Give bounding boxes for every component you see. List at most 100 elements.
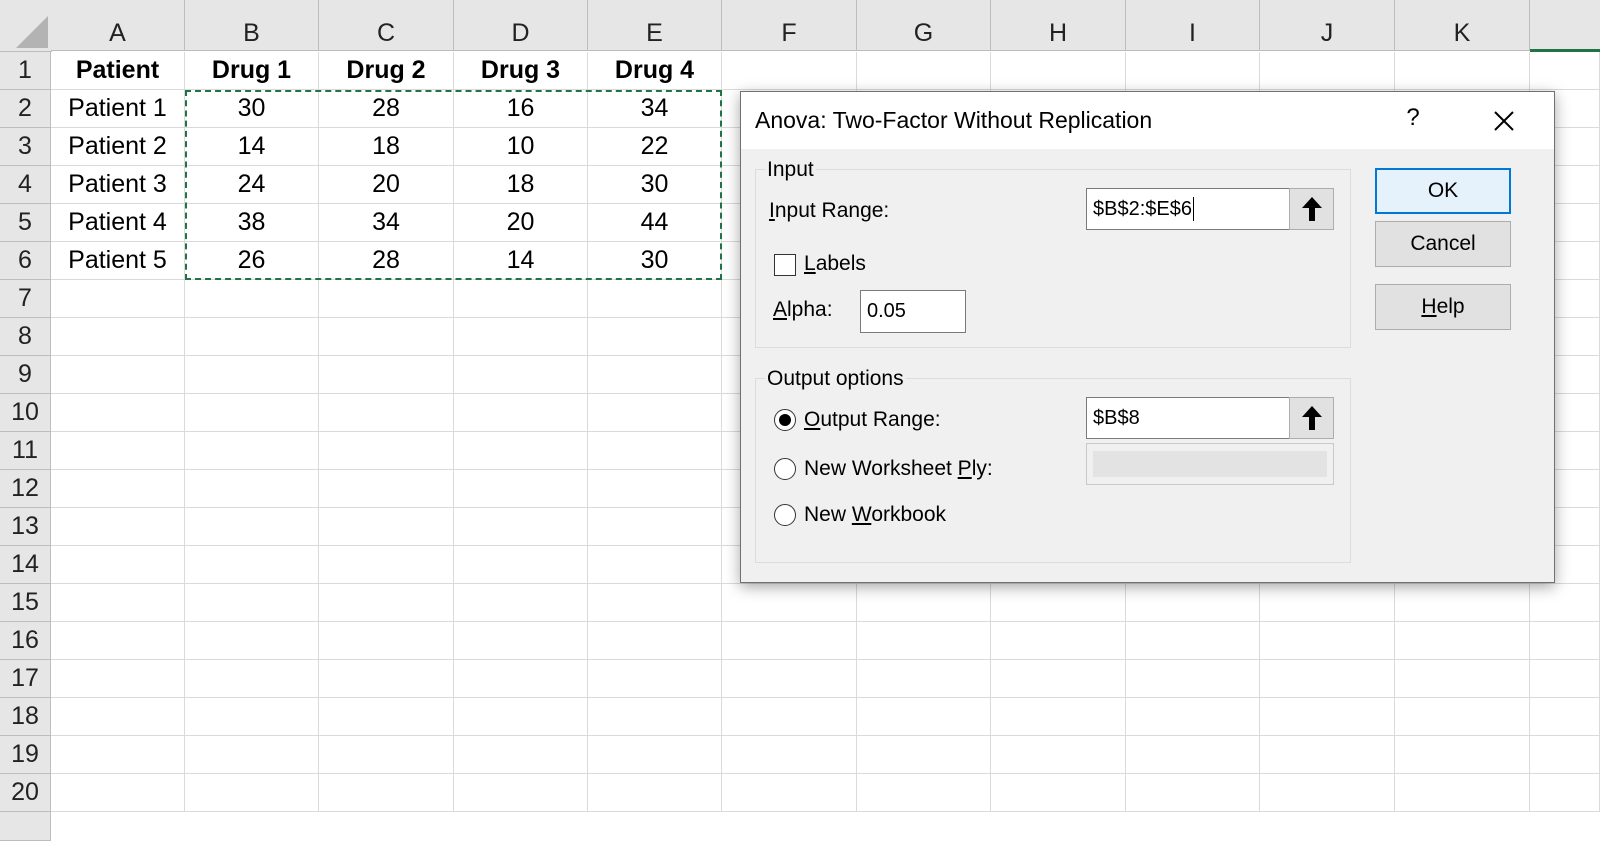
- column-header-h[interactable]: H: [991, 0, 1126, 51]
- cell[interactable]: [185, 394, 319, 432]
- cell[interactable]: [319, 584, 454, 622]
- row-header-6[interactable]: 6: [0, 242, 51, 280]
- cell[interactable]: [51, 432, 185, 470]
- column-header-d[interactable]: D: [454, 0, 588, 51]
- cell[interactable]: Patient: [51, 52, 185, 90]
- cell[interactable]: [1260, 584, 1395, 622]
- cell[interactable]: [51, 470, 185, 508]
- cell[interactable]: [319, 546, 454, 584]
- cell[interactable]: 26: [185, 242, 319, 280]
- cell[interactable]: [1126, 698, 1260, 736]
- cell[interactable]: [1260, 774, 1395, 812]
- cell[interactable]: [1395, 774, 1530, 812]
- new-worksheet-ply-radio[interactable]: [774, 458, 796, 480]
- cell[interactable]: [588, 622, 722, 660]
- cell[interactable]: [991, 660, 1126, 698]
- cell[interactable]: [588, 318, 722, 356]
- cell[interactable]: 22: [588, 128, 722, 166]
- cell[interactable]: [185, 546, 319, 584]
- cell[interactable]: [722, 52, 857, 90]
- cell[interactable]: [1260, 622, 1395, 660]
- cell[interactable]: [722, 774, 857, 812]
- cell[interactable]: [319, 432, 454, 470]
- cell[interactable]: [454, 698, 588, 736]
- cell[interactable]: [1126, 660, 1260, 698]
- cell[interactable]: [991, 774, 1126, 812]
- row-header-14[interactable]: 14: [0, 546, 51, 584]
- cell[interactable]: [588, 660, 722, 698]
- cell[interactable]: [51, 508, 185, 546]
- cell[interactable]: [51, 660, 185, 698]
- cell[interactable]: [991, 736, 1126, 774]
- alpha-field[interactable]: 0.05: [860, 290, 966, 333]
- row-header-2[interactable]: 2: [0, 90, 51, 128]
- cell[interactable]: [454, 356, 588, 394]
- cell[interactable]: [588, 546, 722, 584]
- row-header-12[interactable]: 12: [0, 470, 51, 508]
- cell[interactable]: [1530, 698, 1600, 736]
- cell[interactable]: [454, 280, 588, 318]
- cell[interactable]: [588, 584, 722, 622]
- cell[interactable]: [722, 660, 857, 698]
- cell[interactable]: [454, 470, 588, 508]
- cell[interactable]: [1395, 52, 1530, 90]
- cell[interactable]: [1530, 52, 1600, 90]
- cell[interactable]: [454, 622, 588, 660]
- cell[interactable]: [51, 736, 185, 774]
- cell[interactable]: [454, 736, 588, 774]
- row-header-16[interactable]: 16: [0, 622, 51, 660]
- cell[interactable]: [51, 356, 185, 394]
- cell[interactable]: [51, 394, 185, 432]
- cell[interactable]: 28: [319, 90, 454, 128]
- cell[interactable]: Drug 2: [319, 52, 454, 90]
- cell[interactable]: [185, 584, 319, 622]
- cell[interactable]: [454, 584, 588, 622]
- cell[interactable]: [1395, 622, 1530, 660]
- cell[interactable]: [185, 774, 319, 812]
- cell[interactable]: [185, 280, 319, 318]
- new-workbook-radio[interactable]: [774, 504, 796, 526]
- row-header-17[interactable]: 17: [0, 660, 51, 698]
- cell[interactable]: [185, 660, 319, 698]
- cell[interactable]: 34: [319, 204, 454, 242]
- cell[interactable]: Drug 1: [185, 52, 319, 90]
- column-header-a[interactable]: A: [51, 0, 185, 51]
- cell[interactable]: [185, 622, 319, 660]
- row-header-20[interactable]: 20: [0, 774, 51, 812]
- row-header-1[interactable]: 1: [0, 52, 51, 90]
- cell[interactable]: [1126, 622, 1260, 660]
- help-button[interactable]: Help: [1375, 284, 1511, 330]
- row-header-11[interactable]: 11: [0, 432, 51, 470]
- cell[interactable]: [319, 318, 454, 356]
- cell[interactable]: [454, 318, 588, 356]
- column-header-i[interactable]: I: [1126, 0, 1260, 51]
- cell[interactable]: [51, 318, 185, 356]
- cell[interactable]: [588, 356, 722, 394]
- cell[interactable]: [185, 736, 319, 774]
- cell[interactable]: [588, 698, 722, 736]
- cell[interactable]: [319, 698, 454, 736]
- cell[interactable]: [1530, 584, 1600, 622]
- close-icon[interactable]: [1489, 106, 1519, 136]
- input-range-field[interactable]: $B$2:$E$6: [1086, 188, 1290, 230]
- input-range-collapse-button[interactable]: [1289, 188, 1334, 230]
- cell[interactable]: [1530, 774, 1600, 812]
- row-header-8[interactable]: 8: [0, 318, 51, 356]
- cell[interactable]: [454, 546, 588, 584]
- row-header-3[interactable]: 3: [0, 128, 51, 166]
- cell[interactable]: 18: [454, 166, 588, 204]
- cell[interactable]: 30: [588, 242, 722, 280]
- cell[interactable]: [857, 774, 991, 812]
- row-header-9[interactable]: 9: [0, 356, 51, 394]
- cell[interactable]: [857, 52, 991, 90]
- cell[interactable]: [319, 356, 454, 394]
- cell[interactable]: [857, 736, 991, 774]
- cell[interactable]: [319, 622, 454, 660]
- cell[interactable]: [185, 470, 319, 508]
- select-all-corner[interactable]: [0, 0, 52, 52]
- cell[interactable]: [51, 698, 185, 736]
- output-range-radio[interactable]: [774, 409, 796, 431]
- output-range-collapse-button[interactable]: [1289, 397, 1334, 439]
- cell[interactable]: [1395, 584, 1530, 622]
- cell[interactable]: 38: [185, 204, 319, 242]
